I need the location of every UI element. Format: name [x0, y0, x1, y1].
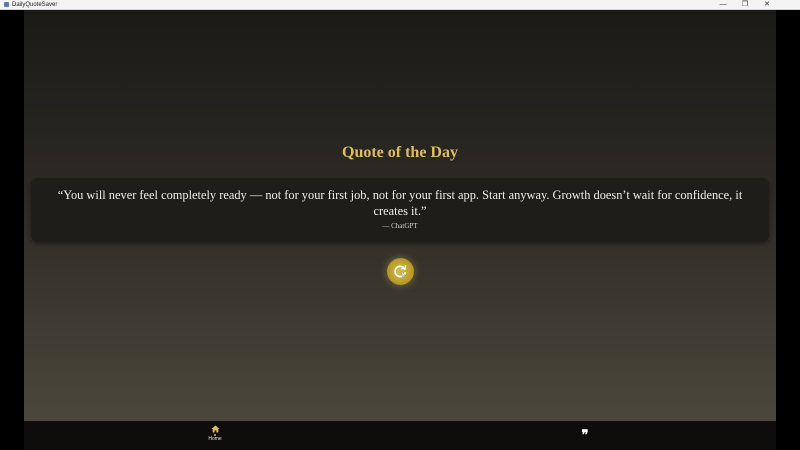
refresh-icon [394, 265, 407, 278]
window-titlebar: DailyQuoteSaver — ❐ ✕ [0, 0, 800, 10]
app-icon [4, 2, 9, 7]
home-icon [211, 425, 219, 433]
nav-item-home-label: Home [208, 436, 222, 442]
close-button[interactable]: ✕ [756, 0, 778, 10]
quote-card: “You will never feel completely ready — … [31, 178, 769, 242]
app-content: Quote of the Day “You will never feel co… [24, 10, 776, 421]
quote-author: — ChatGPT [382, 222, 418, 230]
nav-item-quotes[interactable]: ❞ [575, 427, 595, 443]
right-border [776, 10, 800, 450]
nav-item-home[interactable]: Home [200, 425, 230, 447]
window-title: DailyQuoteSaver [12, 2, 58, 8]
quote-icon: ❞ [581, 427, 589, 442]
refresh-button[interactable] [387, 258, 414, 285]
bottom-nav: Home ❞ [24, 421, 776, 450]
minimize-button[interactable]: — [712, 0, 734, 10]
maximize-button[interactable]: ❐ [734, 0, 756, 10]
page-title: Quote of the Day [342, 144, 458, 161]
quote-text: “You will never feel completely ready — … [57, 188, 743, 218]
left-border [0, 10, 24, 450]
